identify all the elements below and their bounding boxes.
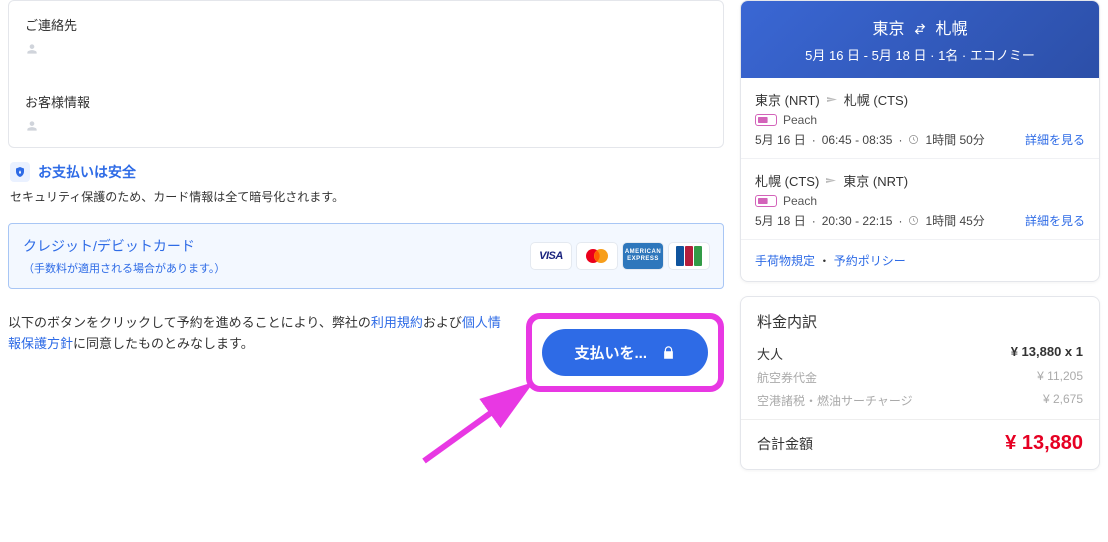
payment-method-note: （手数料が適用される場合があります。） [23, 260, 225, 276]
plane-icon [826, 94, 838, 106]
itinerary-meta: 5月 16 日 - 5月 18 日 · 1名 · エコノミー [749, 45, 1091, 64]
destination-city: 札幌 [935, 21, 967, 38]
price-row: 空港諸税・燃油サーチャージ ¥ 2,675 [757, 392, 1083, 409]
jcb-logo [669, 243, 709, 269]
secure-row: お支払いは安全 [10, 162, 722, 182]
airline-logo [755, 195, 777, 207]
pay-button-highlight: 支払いを... [526, 313, 724, 392]
clock-icon [908, 134, 919, 145]
segment-time: 5月 18 日 · 20:30 - 22:15 · 1時間 45分 [755, 212, 985, 229]
airline-logo [755, 114, 777, 126]
terms-link[interactable]: 利用規約 [371, 315, 423, 330]
clock-icon [908, 215, 919, 226]
plane-icon [825, 175, 837, 187]
segment-detail-link[interactable]: 詳細を見る [1025, 212, 1085, 229]
terms-text: 以下のボタンをクリックして予約を進めることにより、弊社の利用規約および個人情報保… [8, 313, 506, 355]
annotation-arrow [414, 381, 544, 471]
pay-button-label: 支払いを... [574, 342, 647, 363]
itinerary-card: 東京 札幌 5月 16 日 - 5月 18 日 · 1名 · エコノミー 東京 … [740, 0, 1100, 282]
price-row: 航空券代金 ¥ 11,205 [757, 369, 1083, 386]
price-breakdown-card: 料金内訳 大人 ¥ 13,880 x 1 航空券代金 ¥ 11,205 空港諸税… [740, 296, 1100, 470]
person-icon [25, 119, 39, 133]
payment-method-card[interactable]: クレジット/デビットカード （手数料が適用される場合があります。） VISA A… [8, 223, 724, 289]
amex-logo: AMERICANEXPRESS [623, 243, 663, 269]
payment-method-label: クレジット/デビットカード [23, 236, 225, 256]
policy-links: 手荷物規定 ・ 予約ポリシー [741, 240, 1099, 281]
total-label: 合計金額 [757, 434, 813, 454]
segment-detail-link[interactable]: 詳細を見る [1025, 131, 1085, 148]
booking-policy-link[interactable]: 予約ポリシー [834, 254, 906, 268]
total-row: 合計金額 ¥ 13,880 [757, 432, 1083, 455]
segment-time: 5月 16 日 · 06:45 - 08:35 · 1時間 50分 [755, 131, 985, 148]
secure-subtitle: セキュリティ保護のため、カード情報は全て暗号化されます。 [10, 188, 722, 205]
price-row: 大人 ¥ 13,880 x 1 [757, 344, 1083, 363]
contact-card: ご連絡先 お客様情報 [8, 0, 724, 148]
shield-lock-icon [10, 162, 30, 182]
total-value: ¥ 13,880 [1005, 432, 1083, 455]
flight-segment: 札幌 (CTS) 東京 (NRT) Peach 5月 18 日 · 20:30 … [741, 159, 1099, 240]
itinerary-header: 東京 札幌 5月 16 日 - 5月 18 日 · 1名 · エコノミー [741, 1, 1099, 78]
pay-button[interactable]: 支払いを... [542, 329, 708, 376]
visa-logo: VISA [531, 243, 571, 269]
roundtrip-icon [913, 22, 927, 36]
mastercard-logo [577, 243, 617, 269]
airline-name: Peach [783, 194, 817, 208]
price-title: 料金内訳 [757, 311, 1083, 332]
baggage-policy-link[interactable]: 手荷物規定 [755, 254, 815, 268]
airline-name: Peach [783, 113, 817, 127]
customer-heading: お客様情報 [25, 92, 707, 111]
flight-segment: 東京 (NRT) 札幌 (CTS) Peach 5月 16 日 · 06:45 … [741, 78, 1099, 159]
origin-city: 東京 [873, 21, 905, 38]
secure-title: お支払いは安全 [38, 162, 136, 182]
contact-heading: ご連絡先 [25, 15, 707, 34]
card-brand-logos: VISA AMERICANEXPRESS [531, 243, 709, 269]
lock-icon [661, 345, 676, 360]
person-icon [25, 42, 39, 56]
